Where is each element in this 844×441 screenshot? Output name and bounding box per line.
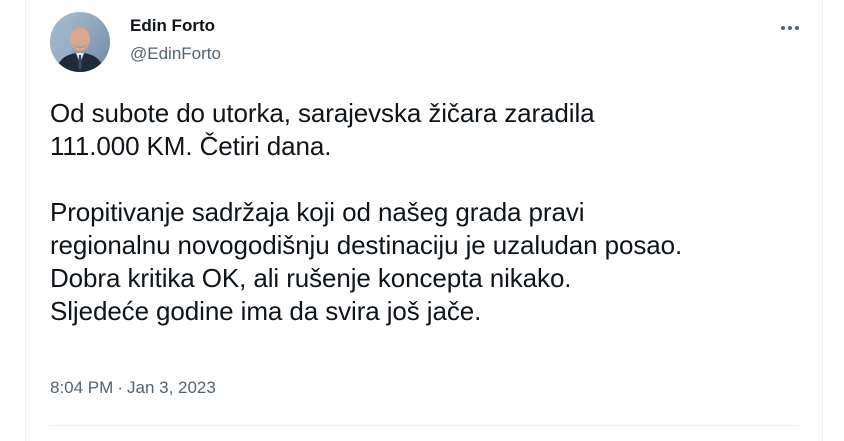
more-horizontal-icon — [781, 26, 799, 30]
tweet-timestamp: 8:04 PM · Jan 3, 2023 — [50, 377, 216, 399]
tweet-line: Propitivanje sadržaja koji od našeg grad… — [50, 197, 585, 227]
tweet-line: Dobra kritika OK, ali rušenje koncepta n… — [50, 263, 572, 293]
profile-photo-icon — [50, 12, 110, 72]
paragraph-break — [50, 163, 810, 196]
tweet-time[interactable]: 8:04 PM — [50, 378, 113, 397]
tweet-line: Sljedeće godine ima da svira još jače. — [50, 296, 482, 326]
tweet-line: Od subote do utorka, sarajevska žičara z… — [50, 98, 595, 128]
tweet-line: 111.000 KM. Četiri dana. — [50, 131, 332, 161]
meta-separator: · — [117, 378, 123, 397]
more-options-button[interactable] — [776, 14, 804, 42]
author-handle[interactable]: @EdinForto — [130, 43, 221, 65]
author-name[interactable]: Edin Forto — [130, 15, 215, 37]
avatar[interactable] — [50, 12, 110, 72]
tweet-card: Edin Forto @EdinForto Od subote do utork… — [25, 0, 823, 441]
divider — [50, 425, 798, 426]
tweet-date[interactable]: Jan 3, 2023 — [127, 378, 216, 397]
tweet-text: Od subote do utorka, sarajevska žičara z… — [50, 97, 810, 328]
tweet-line: regionalnu novogodišnju destinaciju je u… — [50, 230, 683, 260]
